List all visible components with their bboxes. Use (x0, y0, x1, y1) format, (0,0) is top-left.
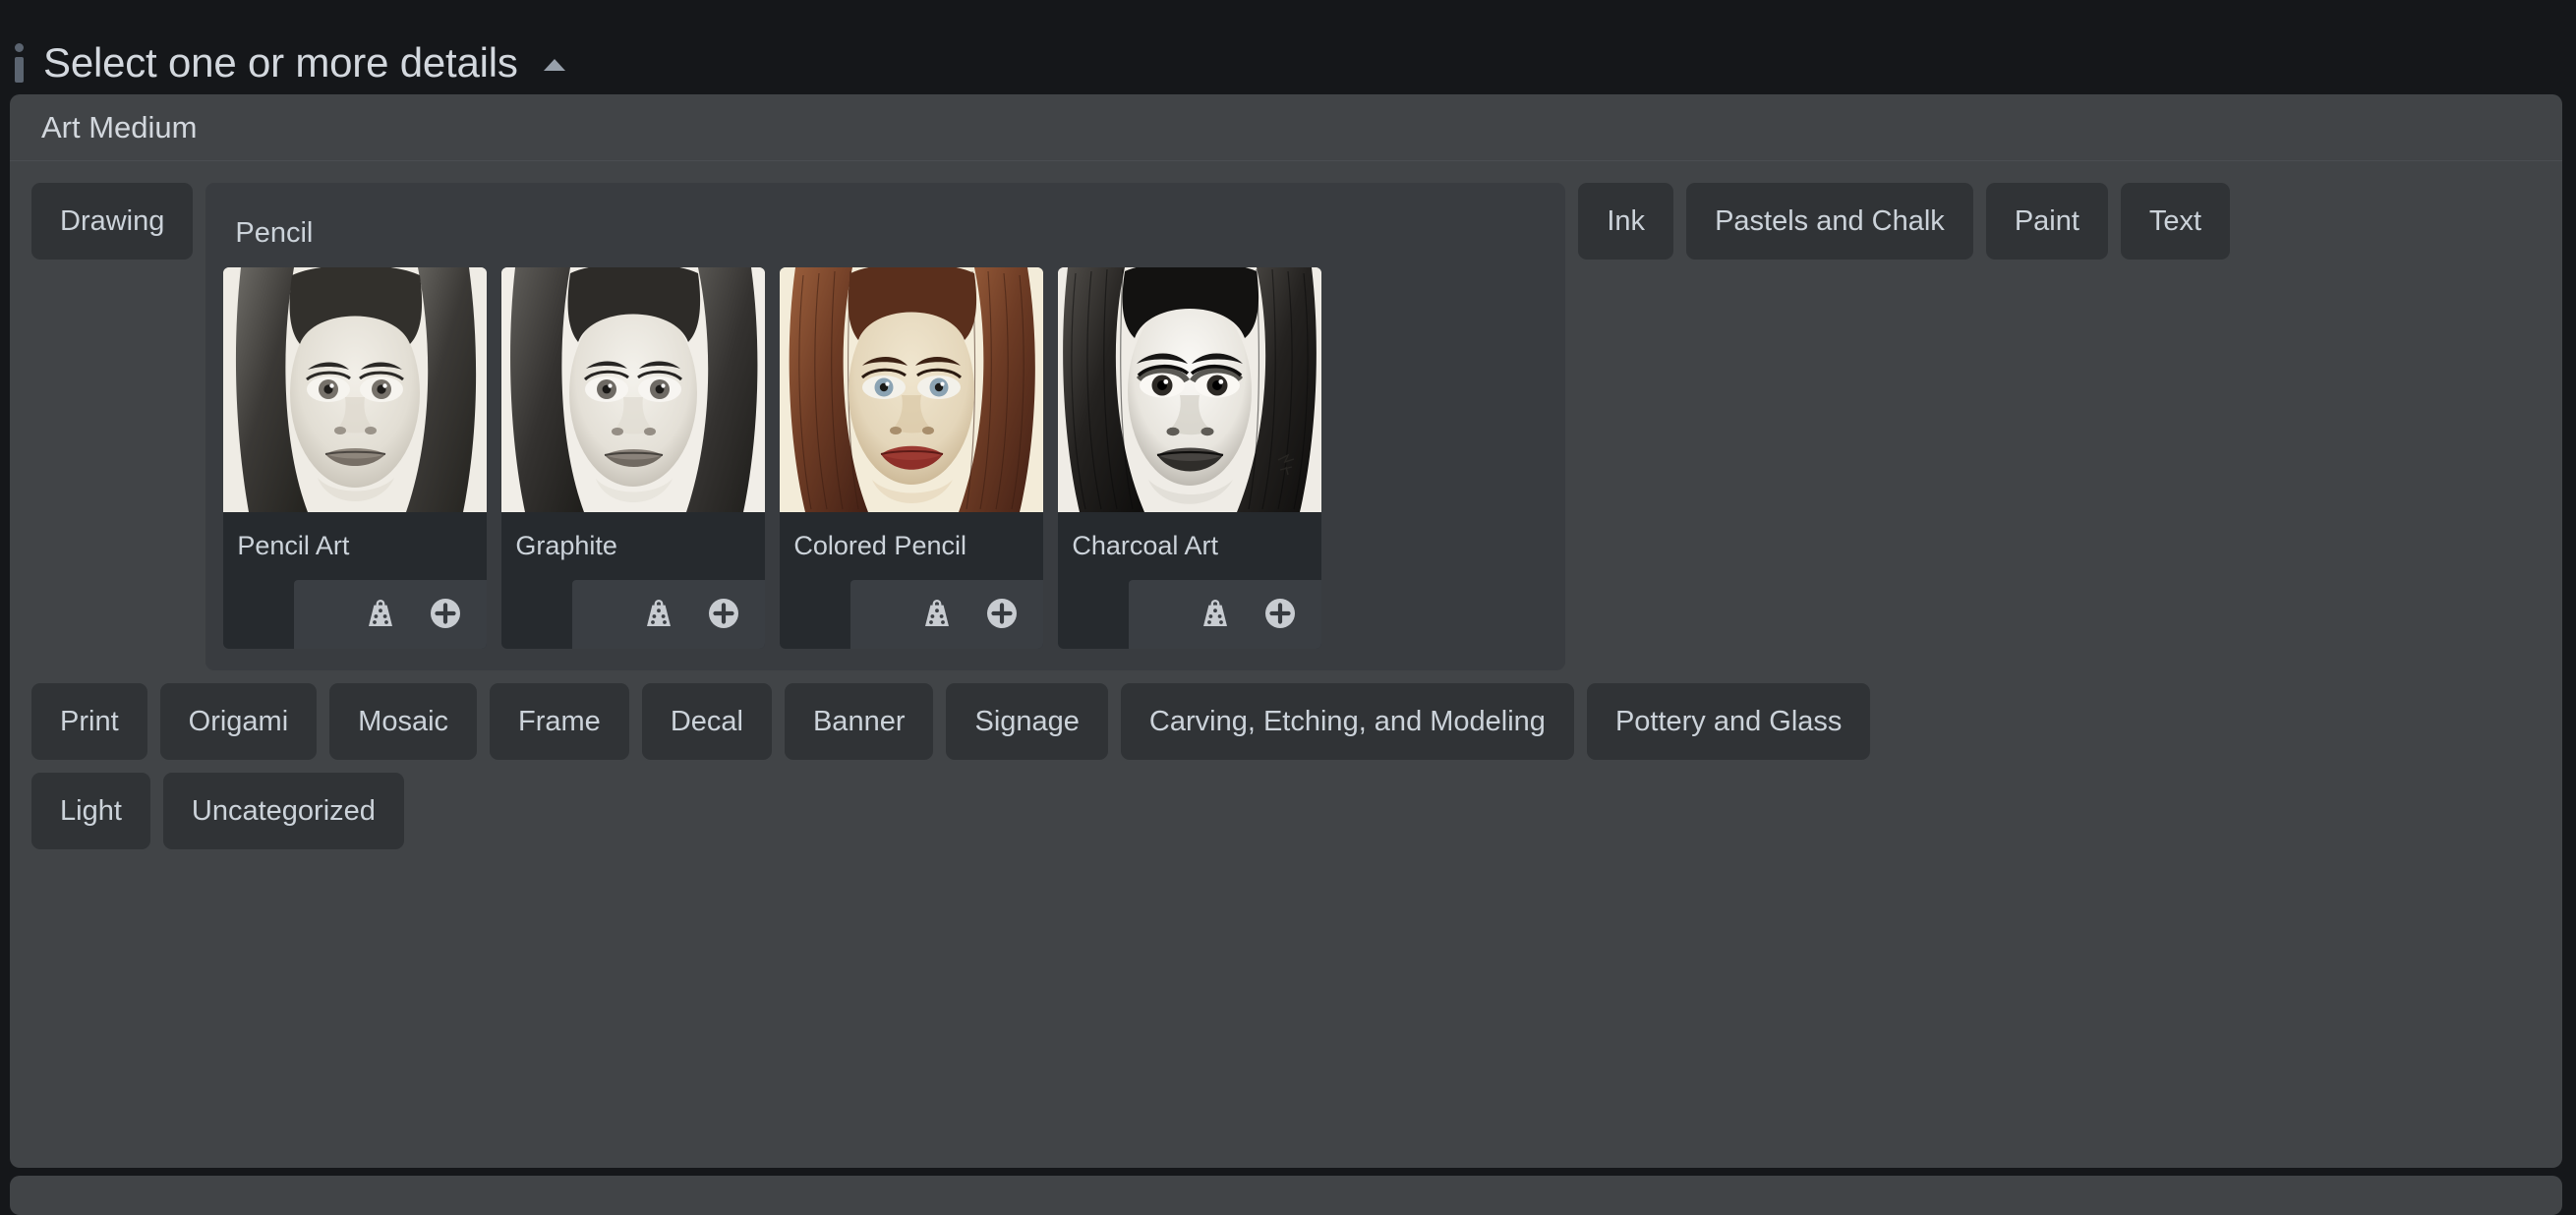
chip-origami[interactable]: Origami (159, 683, 318, 760)
card-actions (572, 580, 766, 649)
weight-icon[interactable] (1196, 594, 1235, 633)
chip-print[interactable]: Print (31, 683, 147, 760)
chip-signage[interactable]: Signage (946, 683, 1108, 760)
card-thumbnail (501, 267, 766, 512)
page-title: Select one or more details (43, 39, 518, 86)
chip-drawing[interactable]: Drawing (31, 183, 194, 260)
card-colored-pencil[interactable]: Colored Pencil (780, 267, 1044, 649)
card-actions (294, 580, 488, 649)
chevron-up-icon[interactable] (543, 59, 565, 71)
chip-paint[interactable]: Paint (1985, 183, 2108, 260)
info-icon-dot (14, 43, 24, 52)
chip-banner[interactable]: Banner (784, 683, 934, 760)
plus-circle-icon[interactable] (426, 594, 465, 633)
group-pencil-title[interactable]: Pencil (205, 183, 1565, 260)
chip-pottery-and-glass[interactable]: Pottery and Glass (1586, 683, 1871, 760)
card-actions (850, 580, 1044, 649)
section-title: Art Medium (41, 109, 198, 145)
chip-row-2: Print Origami Mosaic Frame Decal Banner … (31, 683, 2541, 760)
chip-text[interactable]: Text (2120, 183, 2231, 260)
card-label: Pencil Art (237, 531, 350, 560)
chip-light[interactable]: Light (31, 773, 150, 849)
card-label: Colored Pencil (793, 531, 966, 560)
chip-uncategorized[interactable]: Uncategorized (162, 773, 404, 849)
weight-icon[interactable] (639, 594, 678, 633)
charcoal-portrait-highcontrast-icon (1058, 267, 1322, 512)
graphite-portrait-grayscale-icon (501, 267, 766, 512)
chip-ink[interactable]: Ink (1578, 183, 1674, 260)
art-medium-panel: Art Medium Drawing Pencil Pencil Art Gra… (10, 94, 2562, 1168)
chip-carving-etching-and-modeling[interactable]: Carving, Etching, and Modeling (1120, 683, 1574, 760)
group-pencil-cards: Pencil Art Graphite Colored Pencil Charc… (205, 260, 1565, 670)
card-graphite[interactable]: Graphite (501, 267, 766, 649)
chip-decal[interactable]: Decal (641, 683, 772, 760)
plus-circle-icon[interactable] (1260, 594, 1300, 633)
card-thumbnail (223, 267, 488, 512)
chip-row-3: Light Uncategorized (31, 773, 2541, 849)
card-label: Graphite (515, 531, 617, 560)
weight-icon[interactable] (917, 594, 957, 633)
colored-pencil-portrait-icon (780, 267, 1044, 512)
card-charcoal-art[interactable]: Charcoal Art (1058, 267, 1322, 649)
chip-pastels-and-chalk[interactable]: Pastels and Chalk (1686, 183, 1973, 260)
card-thumbnail (1058, 267, 1322, 512)
card-actions (1129, 580, 1322, 649)
card-thumbnail (780, 267, 1044, 512)
weight-icon[interactable] (361, 594, 400, 633)
plus-circle-icon[interactable] (704, 594, 743, 633)
info-icon (8, 38, 29, 87)
page-header: Select one or more details (0, 0, 2576, 87)
card-pencil-art[interactable]: Pencil Art (223, 267, 488, 649)
panel-body: Drawing Pencil Pencil Art Graphite Color… (10, 161, 2562, 849)
panel-header: Art Medium (10, 94, 2562, 161)
info-icon-stem (14, 57, 24, 83)
chip-row-1: Drawing Pencil Pencil Art Graphite Color… (31, 183, 2541, 670)
group-pencil: Pencil Pencil Art Graphite Colored Penci… (205, 183, 1566, 670)
chip-frame[interactable]: Frame (490, 683, 629, 760)
chip-mosaic[interactable]: Mosaic (329, 683, 478, 760)
next-panel-partial (10, 1176, 2562, 1215)
card-label: Charcoal Art (1072, 531, 1218, 560)
pencil-portrait-grayscale-icon (223, 267, 488, 512)
plus-circle-icon[interactable] (982, 594, 1022, 633)
